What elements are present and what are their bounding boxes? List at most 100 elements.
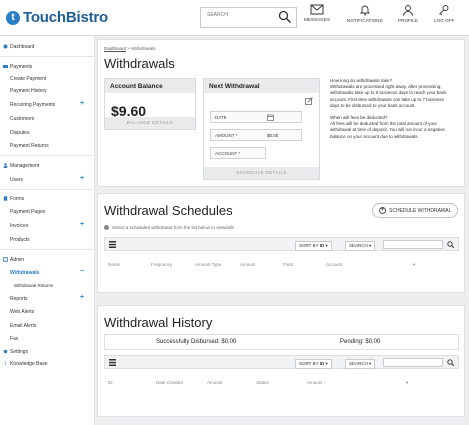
expand-icon[interactable]: + [80, 175, 84, 182]
expand-icon[interactable]: + [80, 100, 84, 107]
calendar-icon[interactable] [267, 114, 274, 121]
column-header[interactable]: Name [108, 262, 120, 267]
column-header[interactable]: Status [256, 380, 269, 385]
column-header[interactable]: Frequency [151, 262, 172, 267]
sidebar-item-label: Recurring Payments [10, 102, 56, 108]
gear-icon [3, 349, 8, 354]
sidebar-item-label: Email Alerts [10, 323, 37, 329]
column-header[interactable]: ID [108, 380, 113, 385]
history-toolbar: SORT BY ID ▾ SEARCH ▾ [104, 355, 459, 369]
sidebar-divider [0, 189, 95, 190]
sidebar-item-web-alerts[interactable]: Web Alerts [0, 307, 95, 317]
column-header[interactable]: Amount ↑ [307, 380, 326, 385]
info-circle-icon [104, 225, 109, 231]
sidebar-item-withdrawals[interactable]: Withdrawals − [0, 268, 95, 278]
sidebar-item-label: Management [10, 163, 40, 169]
column-header[interactable]: Account [326, 262, 342, 267]
sidebar-item-forms[interactable]: Forms [0, 194, 95, 204]
sidebar-item-products[interactable]: Products [0, 235, 95, 245]
top-bar: t TouchBistro MESSAGES NOTIFICATIONS PRO… [0, 0, 469, 36]
sidebar-item-users[interactable]: Users + [0, 175, 95, 185]
bell-icon [359, 5, 370, 16]
expand-icon[interactable]: + [80, 294, 84, 301]
sort-label: SORT BY [299, 361, 319, 366]
search-icon[interactable] [278, 10, 292, 24]
column-header[interactable]: Amount [240, 262, 256, 267]
global-search-input[interactable] [207, 12, 267, 18]
breadcrumb-dashboard-link[interactable]: Dashboard [104, 46, 126, 51]
history-search-input[interactable] [383, 358, 443, 367]
sidebar-item-settings[interactable]: Settings [0, 347, 95, 357]
search-icon[interactable] [447, 241, 454, 248]
sidebar-item-label: Customers [10, 116, 35, 122]
sidebar-item-disputes[interactable]: Disputes [0, 128, 95, 138]
chevron-down-icon[interactable]: ▾ [406, 380, 408, 386]
balance-details-button[interactable]: BALANCE DETAILS [105, 117, 195, 129]
amount-value: $0.00 [267, 133, 279, 138]
next-withdrawal-box: Next Withdrawal DATE AMOUNT * $0.00 ACCO… [203, 78, 320, 180]
schedules-search-input[interactable] [383, 240, 443, 249]
logo-mark-icon: t [6, 10, 20, 25]
sidebar-item-label: Web Alerts [10, 309, 35, 315]
sidebar-item-knowledge-base[interactable]: ? Knowledge Base [0, 359, 95, 369]
grid-menu-icon[interactable] [109, 241, 116, 248]
sidebar-item-payment-pages[interactable]: Payment Pages [0, 207, 95, 217]
column-header[interactable]: Date Created [156, 380, 183, 385]
nav-logoff[interactable]: LOG OFF [434, 4, 454, 23]
expand-icon[interactable]: + [80, 221, 84, 228]
plus-circle-icon: + [379, 207, 386, 214]
collapse-icon[interactable]: − [80, 268, 84, 275]
account-balance-box: Account Balance $9.60 BALANCE DETAILS [104, 78, 196, 130]
column-header[interactable]: Amount Type [195, 262, 221, 267]
sidebar-item-management[interactable]: Management [0, 161, 95, 171]
sidebar-item-recurring-payments[interactable]: Recurring Payments + [0, 100, 95, 110]
sidebar-item-reports[interactable]: Reports + [0, 294, 95, 304]
date-field[interactable]: DATE [210, 111, 302, 123]
document-icon [3, 196, 8, 201]
sidebar-item-create-payment[interactable]: Create Payment [0, 74, 95, 84]
nav-profile[interactable]: PROFILE [398, 4, 418, 23]
sort-field: ID [319, 243, 325, 248]
sidebar-item-customers[interactable]: Customers [0, 114, 95, 124]
chevron-down-icon[interactable]: ▾ [413, 262, 415, 268]
sidebar-item-email-alerts[interactable]: Email Alerts [0, 321, 95, 331]
sidebar-item-dashboard[interactable]: Dashboard [0, 42, 95, 52]
account-field[interactable]: ACCOUNT * [210, 147, 266, 159]
sidebar-divider [0, 155, 95, 156]
search-icon[interactable] [447, 359, 454, 366]
column-header[interactable]: Amount [207, 380, 223, 385]
sidebar-item-payments[interactable]: Payments [0, 62, 95, 72]
sidebar-item-label: Products [10, 237, 30, 243]
schedule-details-button[interactable]: SCHEDULE DETAILS [204, 167, 319, 179]
nav-notifications[interactable]: NOTIFICATIONS [347, 4, 383, 23]
schedule-withdrawal-button[interactable]: + SCHEDULE WITHDRAWAL [372, 203, 459, 218]
amount-field[interactable]: AMOUNT * $0.00 [210, 129, 302, 141]
column-header-label: Amount [307, 380, 323, 385]
brand-logo[interactable]: t TouchBistro [6, 9, 108, 26]
sidebar-item-fax[interactable]: Fax [0, 334, 95, 344]
sidebar-item-payment-returns[interactable]: Payment Returns [0, 141, 95, 151]
grid-menu-icon[interactable] [109, 359, 116, 366]
nav-notifications-label: NOTIFICATIONS [347, 18, 383, 23]
sidebar-item-label: Withdrawals [10, 270, 40, 276]
history-sort-dropdown[interactable]: SORT BY ID ▾ [295, 359, 332, 369]
sidebar-item-admin[interactable]: Admin [0, 255, 95, 265]
schedules-sort-dropdown[interactable]: SORT BY ID ▾ [295, 241, 332, 251]
schedules-search-dropdown[interactable]: SEARCH ▾ [345, 241, 376, 251]
sidebar-item-label: Reports [10, 296, 28, 302]
global-search[interactable] [200, 7, 297, 28]
nav-messages[interactable]: MESSAGES [304, 4, 330, 22]
withdrawal-info: How long do withdrawals take? Withdrawal… [330, 78, 448, 140]
sidebar-item-label: Disputes [10, 130, 30, 136]
breadcrumb-current: Withdrawals [131, 46, 156, 51]
sidebar-item-label: Settings [10, 349, 29, 355]
column-header[interactable]: Float [283, 262, 293, 267]
dashboard-icon [3, 44, 8, 49]
sidebar-item-withdrawal-returns[interactable]: Withdrawal Returns [0, 281, 95, 291]
sidebar-item-invoices[interactable]: Invoices + [0, 221, 95, 231]
edit-icon[interactable] [305, 97, 313, 105]
history-search-dropdown[interactable]: SEARCH ▾ [345, 359, 376, 369]
page-title: Withdrawals [104, 56, 175, 71]
sidebar-item-payment-history[interactable]: Payment History [0, 86, 95, 96]
sidebar-item-label: Invoices [10, 223, 29, 229]
